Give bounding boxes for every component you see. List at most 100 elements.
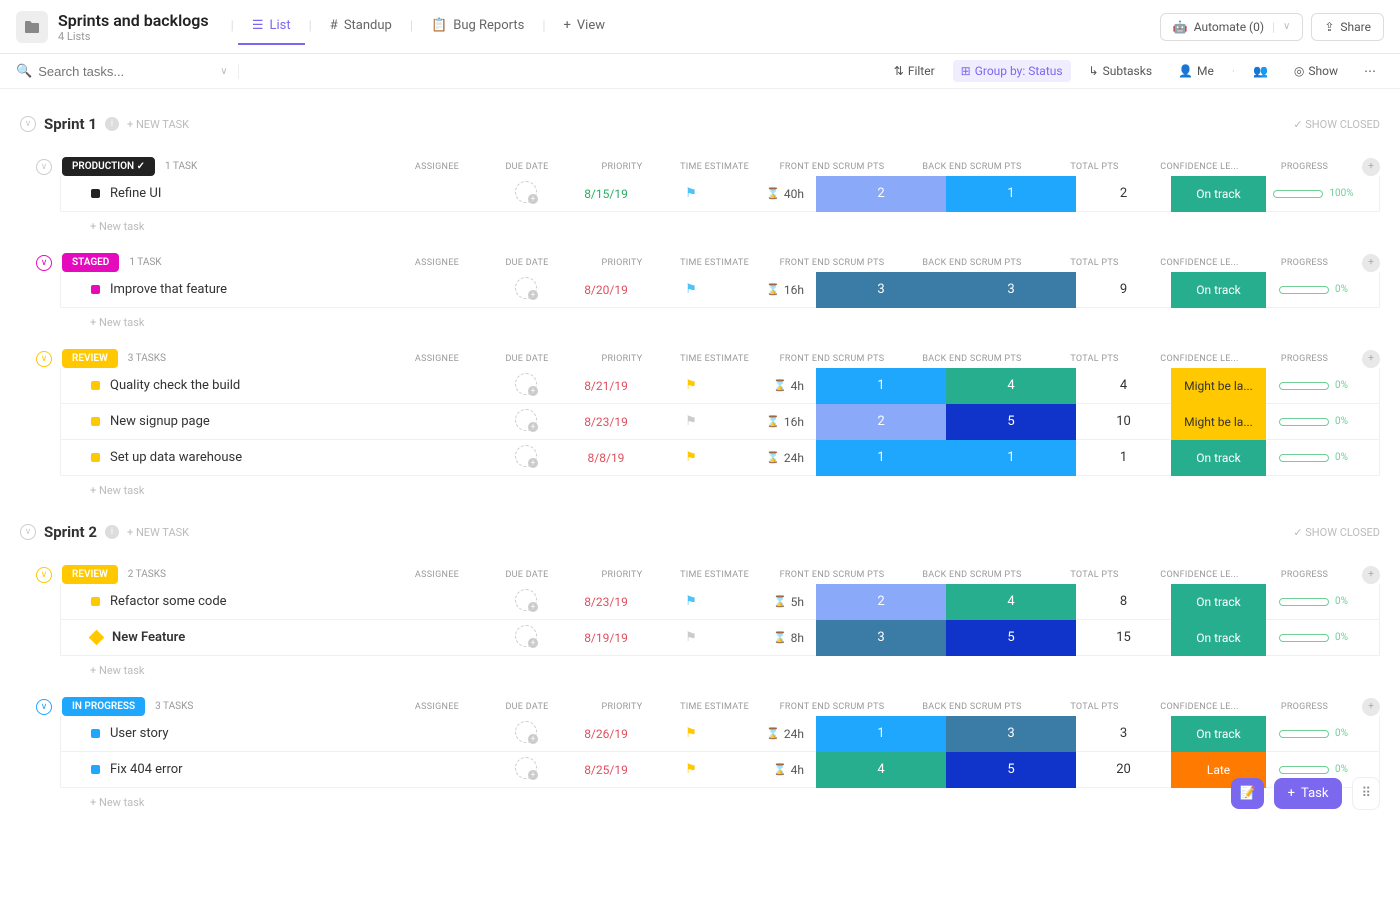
- progress-cell[interactable]: 0%: [1266, 764, 1361, 775]
- due-cell[interactable]: 8/25/19: [556, 763, 656, 777]
- due-cell[interactable]: 8/20/19: [556, 283, 656, 297]
- priority-cell[interactable]: ⚑: [656, 594, 726, 609]
- time-cell[interactable]: ⌛8h: [726, 631, 816, 645]
- task-row[interactable]: Improve that feature 8/20/19 ⚑ ⌛16h 3 3 …: [60, 272, 1380, 308]
- fe-pts-cell[interactable]: 2: [816, 176, 946, 212]
- show-button[interactable]: ◎ Show: [1286, 60, 1346, 82]
- show-closed[interactable]: ✓ SHOW CLOSED: [1293, 118, 1380, 131]
- fe-pts-cell[interactable]: 1: [816, 440, 946, 476]
- be-pts-cell[interactable]: 4: [946, 584, 1076, 620]
- due-cell[interactable]: 8/19/19: [556, 631, 656, 645]
- add-column-button[interactable]: +: [1362, 158, 1380, 176]
- fe-pts-cell[interactable]: 4: [816, 752, 946, 788]
- sprint-title[interactable]: Sprint 2: [44, 523, 97, 541]
- task-row[interactable]: Set up data warehouse 8/8/19 ⚑ ⌛24h 1 1 …: [60, 440, 1380, 476]
- assignee-cell[interactable]: [496, 589, 556, 615]
- share-button[interactable]: ⇪ Share: [1311, 13, 1384, 41]
- task-row[interactable]: User story 8/26/19 ⚑ ⌛24h 1 3 3 On track…: [60, 716, 1380, 752]
- tab-bugreports[interactable]: 📋 Bug Reports: [417, 8, 538, 45]
- fab-apps[interactable]: ⠿: [1352, 777, 1380, 810]
- task-row[interactable]: Refactor some code 8/23/19 ⚑ ⌛5h 2 4 8 O…: [60, 584, 1380, 620]
- fe-pts-cell[interactable]: 3: [816, 272, 946, 308]
- task-name-cell[interactable]: Set up data warehouse: [61, 450, 496, 465]
- progress-cell[interactable]: 0%: [1266, 632, 1361, 643]
- tab-standup[interactable]: # Standup: [316, 8, 406, 45]
- collapse-icon[interactable]: ∨: [36, 159, 52, 175]
- task-row[interactable]: New Feature 8/19/19 ⚑ ⌛8h 3 5 15 On trac…: [60, 620, 1380, 656]
- time-cell[interactable]: ⌛24h: [726, 727, 816, 741]
- be-pts-cell[interactable]: 5: [946, 752, 1076, 788]
- total-pts-cell[interactable]: 15: [1076, 630, 1171, 645]
- status-pill[interactable]: PRODUCTION ✓: [62, 157, 155, 176]
- due-cell[interactable]: 8/21/19: [556, 379, 656, 393]
- priority-flag-icon[interactable]: ⚑: [685, 378, 697, 393]
- due-cell[interactable]: 8/23/19: [556, 415, 656, 429]
- status-pill[interactable]: STAGED: [62, 253, 119, 272]
- priority-flag-icon[interactable]: ⚑: [685, 762, 697, 777]
- filter-button[interactable]: ⇅ Filter: [886, 60, 943, 82]
- assignee-cell[interactable]: [496, 373, 556, 399]
- add-column-button[interactable]: +: [1362, 698, 1380, 716]
- total-pts-cell[interactable]: 9: [1076, 282, 1171, 297]
- priority-cell[interactable]: ⚑: [656, 414, 726, 429]
- progress-cell[interactable]: 0%: [1266, 416, 1361, 427]
- fe-pts-cell[interactable]: 1: [816, 368, 946, 404]
- confidence-cell[interactable]: On track: [1171, 620, 1266, 656]
- fe-pts-cell[interactable]: 2: [816, 404, 946, 440]
- confidence-cell[interactable]: On track: [1171, 176, 1266, 212]
- folder-icon[interactable]: [16, 11, 48, 43]
- info-icon[interactable]: i: [105, 525, 119, 539]
- fe-pts-cell[interactable]: 1: [816, 716, 946, 752]
- task-name-cell[interactable]: User story: [61, 726, 496, 741]
- assignee-cell[interactable]: [496, 625, 556, 651]
- be-pts-cell[interactable]: 3: [946, 272, 1076, 308]
- new-task-row[interactable]: + New task: [40, 788, 1380, 813]
- chevron-down-icon[interactable]: ∨: [220, 66, 227, 77]
- task-row[interactable]: New signup page 8/23/19 ⚑ ⌛16h 2 5 10 Mi…: [60, 404, 1380, 440]
- confidence-cell[interactable]: Might be la...: [1171, 368, 1266, 404]
- assignee-cell[interactable]: [496, 757, 556, 783]
- collapse-icon[interactable]: ∨: [20, 116, 36, 132]
- assignees-button[interactable]: 👥: [1245, 60, 1276, 82]
- me-button[interactable]: 👤 Me: [1170, 60, 1222, 82]
- time-cell[interactable]: ⌛16h: [726, 283, 816, 297]
- priority-flag-icon[interactable]: ⚑: [685, 594, 697, 609]
- task-row[interactable]: Refine UI 8/15/19 ⚑ ⌛40h 2 1 2 On track …: [60, 176, 1380, 212]
- fe-pts-cell[interactable]: 2: [816, 584, 946, 620]
- new-task-link[interactable]: + NEW TASK: [127, 526, 189, 539]
- confidence-cell[interactable]: On track: [1171, 440, 1266, 476]
- more-button[interactable]: ⋯: [1356, 60, 1384, 82]
- confidence-cell[interactable]: On track: [1171, 716, 1266, 752]
- assignee-cell[interactable]: [496, 277, 556, 303]
- priority-flag-icon[interactable]: ⚑: [685, 282, 697, 297]
- status-pill[interactable]: REVIEW: [62, 349, 118, 368]
- progress-cell[interactable]: 0%: [1266, 452, 1361, 463]
- show-closed[interactable]: ✓ SHOW CLOSED: [1293, 526, 1380, 539]
- collapse-icon[interactable]: ∨: [36, 255, 52, 271]
- fe-pts-cell[interactable]: 3: [816, 620, 946, 656]
- add-column-button[interactable]: +: [1362, 566, 1380, 584]
- priority-cell[interactable]: ⚑: [656, 726, 726, 741]
- be-pts-cell[interactable]: 1: [946, 176, 1076, 212]
- tab-list[interactable]: ☰ List: [238, 8, 305, 45]
- priority-flag-icon[interactable]: ⚑: [685, 630, 697, 645]
- new-task-row[interactable]: + New task: [40, 656, 1380, 681]
- time-cell[interactable]: ⌛24h: [726, 451, 816, 465]
- new-task-row[interactable]: + New task: [40, 212, 1380, 237]
- subtasks-button[interactable]: ↳ Subtasks: [1081, 60, 1160, 82]
- total-pts-cell[interactable]: 1: [1076, 450, 1171, 465]
- search-input[interactable]: [38, 64, 214, 79]
- total-pts-cell[interactable]: 10: [1076, 414, 1171, 429]
- collapse-icon[interactable]: ∨: [20, 524, 36, 540]
- priority-flag-icon[interactable]: ⚑: [685, 186, 697, 201]
- total-pts-cell[interactable]: 20: [1076, 762, 1171, 777]
- collapse-icon[interactable]: ∨: [36, 351, 52, 367]
- status-pill[interactable]: REVIEW: [62, 565, 118, 584]
- collapse-icon[interactable]: ∨: [36, 567, 52, 583]
- due-cell[interactable]: 8/15/19: [556, 187, 656, 201]
- be-pts-cell[interactable]: 5: [946, 404, 1076, 440]
- priority-flag-icon[interactable]: ⚑: [685, 414, 697, 429]
- progress-cell[interactable]: 0%: [1266, 284, 1361, 295]
- time-cell[interactable]: ⌛4h: [726, 379, 816, 393]
- fab-note[interactable]: 📝: [1231, 778, 1263, 809]
